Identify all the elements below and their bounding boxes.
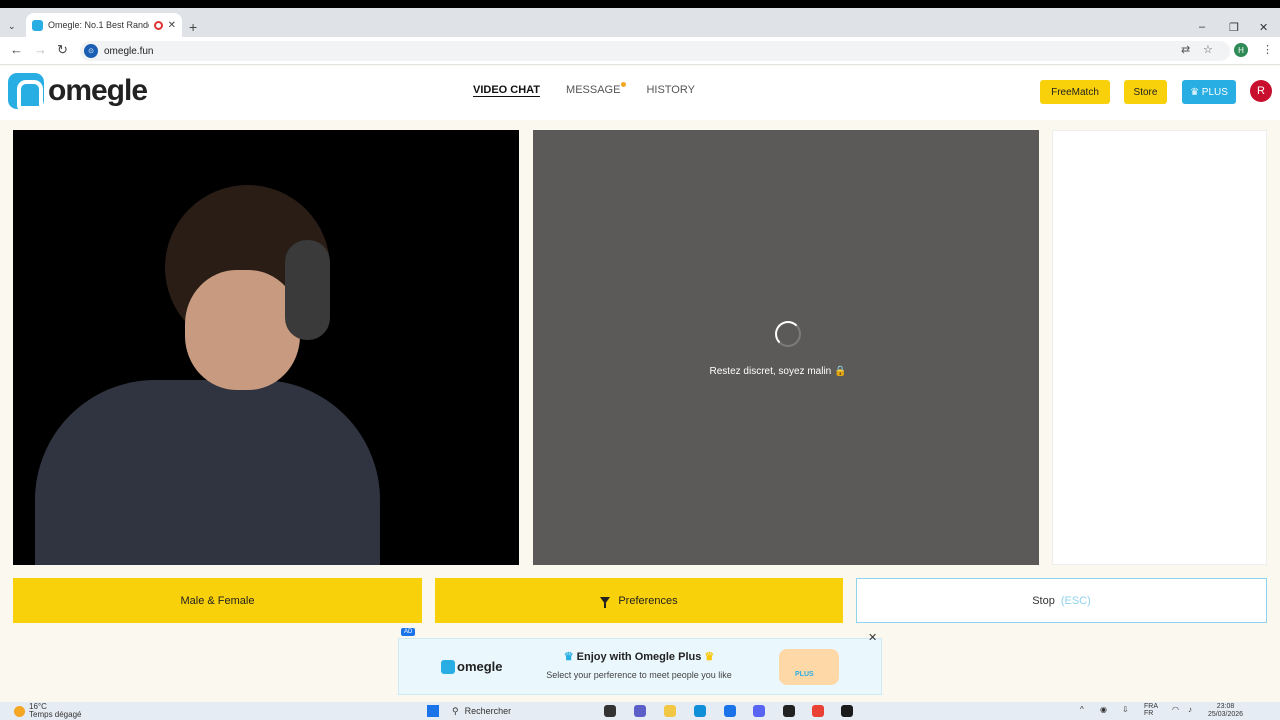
store-button[interactable]: Store — [1124, 80, 1167, 104]
nav-video-chat[interactable]: VIDEO CHAT — [473, 84, 540, 96]
taskbar-search-placeholder: Rechercher — [464, 706, 512, 716]
site-header: omegle VIDEO CHAT MESSAGE HISTORY FreeMa… — [0, 66, 1280, 120]
translate-icon[interactable]: ⇄ — [1181, 43, 1190, 56]
store-app-icon[interactable] — [724, 705, 736, 717]
main-nav: VIDEO CHAT MESSAGE HISTORY — [473, 82, 695, 96]
notification-dot — [621, 82, 627, 87]
address-bar: ← → ↻ ⊙ omegle.fun ⇄ ☆ ⋮ — [0, 37, 1280, 65]
nav-message-label: MESSAGE — [566, 84, 621, 96]
app-icon[interactable] — [783, 705, 795, 717]
ad-title: ♛ Enjoy with Omegle Plus ♛ — [559, 650, 719, 663]
filter-icon — [600, 597, 611, 608]
usb-icon[interactable]: ⇩ — [1122, 705, 1129, 714]
moon-icon — [14, 705, 25, 717]
chrome-icon[interactable] — [812, 705, 824, 717]
tray-app-icon[interactable]: ◉ — [1100, 705, 1107, 714]
reload-icon[interactable]: ↻ — [57, 42, 68, 58]
logo-text: omegle — [48, 74, 148, 107]
lang-text: FRA — [1144, 703, 1158, 710]
tray-expand-icon[interactable]: ^ — [1080, 705, 1084, 714]
ad-title-text: Enjoy with Omegle Plus — [576, 651, 702, 663]
crown-icon: ♛ — [563, 651, 574, 663]
webcam-headset — [285, 240, 330, 340]
tab-title: Omegle: No.1 Best Random — [48, 20, 149, 30]
browser-menu-icon[interactable]: ⋮ — [1262, 43, 1273, 56]
local-video — [13, 130, 519, 565]
lang-sub-text: FR — [1144, 710, 1154, 717]
screen-top-border — [0, 0, 1280, 8]
weather-widget[interactable]: 16°C Temps dégagé — [14, 703, 81, 719]
preferences-button[interactable]: Preferences — [435, 578, 843, 623]
crown-icon: ♛ — [704, 651, 715, 663]
volume-icon[interactable]: ♪ — [1188, 705, 1192, 714]
ad-illustration: PLUS — [779, 649, 839, 685]
task-view-icon[interactable] — [604, 705, 616, 717]
windows-taskbar: 16°C Temps dégagé ⚲ Rechercher ^ ◉ ⇩ FRA… — [0, 702, 1280, 720]
edge-icon[interactable] — [694, 705, 706, 717]
ad-banner[interactable]: omegle ♛ Enjoy with Omegle Plus ♛ Select… — [398, 638, 882, 695]
webcam-person-body — [35, 380, 380, 565]
ad-logo-icon — [441, 659, 455, 674]
browser-tabstrip: ⌄ Omegle: No.1 Best Random ✕ + – ❐ ✕ — [0, 8, 1280, 37]
tab-search-icon[interactable]: ⌄ — [8, 21, 16, 32]
ad-logo-text: omegle — [457, 659, 503, 674]
preferences-label: Preferences — [618, 594, 678, 607]
discord-icon[interactable] — [753, 705, 765, 717]
search-icon: ⚲ — [452, 705, 459, 716]
browser-tab[interactable]: Omegle: No.1 Best Random ✕ — [26, 13, 182, 37]
ad-art-label: PLUS — [795, 671, 814, 678]
minimize-icon[interactable]: – — [1199, 21, 1205, 33]
url-field[interactable]: ⊙ omegle.fun — [80, 41, 1230, 61]
stop-shortcut: (ESC) — [1060, 594, 1091, 607]
bookmark-star-icon[interactable]: ☆ — [1203, 43, 1213, 56]
ad-close-icon[interactable]: ✕ — [868, 631, 877, 644]
recording-icon — [153, 20, 163, 30]
wifi-icon[interactable]: ◠ — [1172, 705, 1179, 714]
user-avatar[interactable]: R — [1250, 80, 1272, 102]
omegle-logo[interactable]: omegle — [8, 73, 148, 110]
remote-video: Restez discret, soyez malin 🔒 — [533, 130, 1039, 565]
back-icon[interactable]: ← — [10, 42, 23, 57]
language-indicator[interactable]: FRA FR — [1144, 703, 1158, 717]
site-info-icon[interactable]: ⊙ — [84, 44, 98, 58]
chat-side-panel — [1052, 130, 1267, 565]
freematch-button[interactable]: FreeMatch — [1040, 80, 1110, 104]
nav-message[interactable]: MESSAGE — [566, 82, 627, 96]
forward-icon[interactable]: → — [34, 42, 47, 57]
taskbar-search[interactable]: ⚲ Rechercher — [452, 704, 592, 718]
ad-badge: AD — [401, 628, 416, 636]
omegle-logo-icon — [8, 73, 44, 110]
stop-button[interactable]: Stop (ESC) — [856, 578, 1267, 623]
gender-filter-label: Male & Female — [180, 594, 255, 607]
favicon-icon — [32, 19, 43, 31]
stop-label: Stop — [1032, 594, 1055, 607]
window-close-icon[interactable]: ✕ — [1259, 21, 1268, 34]
url-text: omegle.fun — [104, 45, 154, 57]
system-clock[interactable]: 23:08 25/03/2026 — [1208, 703, 1243, 719]
teams-icon[interactable] — [634, 705, 646, 717]
windows-start-icon[interactable] — [427, 705, 439, 717]
weather-desc: Temps dégagé — [29, 710, 82, 719]
browser-profile-avatar[interactable]: H — [1234, 43, 1248, 57]
plus-button[interactable]: ♛ PLUS — [1182, 80, 1236, 104]
clock-date: 25/03/2026 — [1208, 711, 1244, 718]
webcam-person-face — [185, 270, 300, 390]
file-explorer-icon[interactable] — [664, 705, 676, 717]
gender-filter-button[interactable]: Male & Female — [13, 578, 422, 623]
clock-time: 23:08 — [1216, 703, 1235, 710]
loading-spinner-icon — [775, 321, 801, 347]
terminal-icon[interactable] — [841, 705, 853, 717]
nav-history[interactable]: HISTORY — [646, 84, 695, 96]
ad-subtitle: Select your perference to meet people yo… — [546, 670, 732, 680]
remote-status-text: Restez discret, soyez malin 🔒 — [709, 366, 847, 377]
restore-icon[interactable]: ❐ — [1229, 21, 1239, 34]
new-tab-icon[interactable]: + — [189, 19, 197, 35]
ad-logo: omegle — [441, 659, 503, 674]
close-tab-icon[interactable]: ✕ — [168, 20, 176, 31]
